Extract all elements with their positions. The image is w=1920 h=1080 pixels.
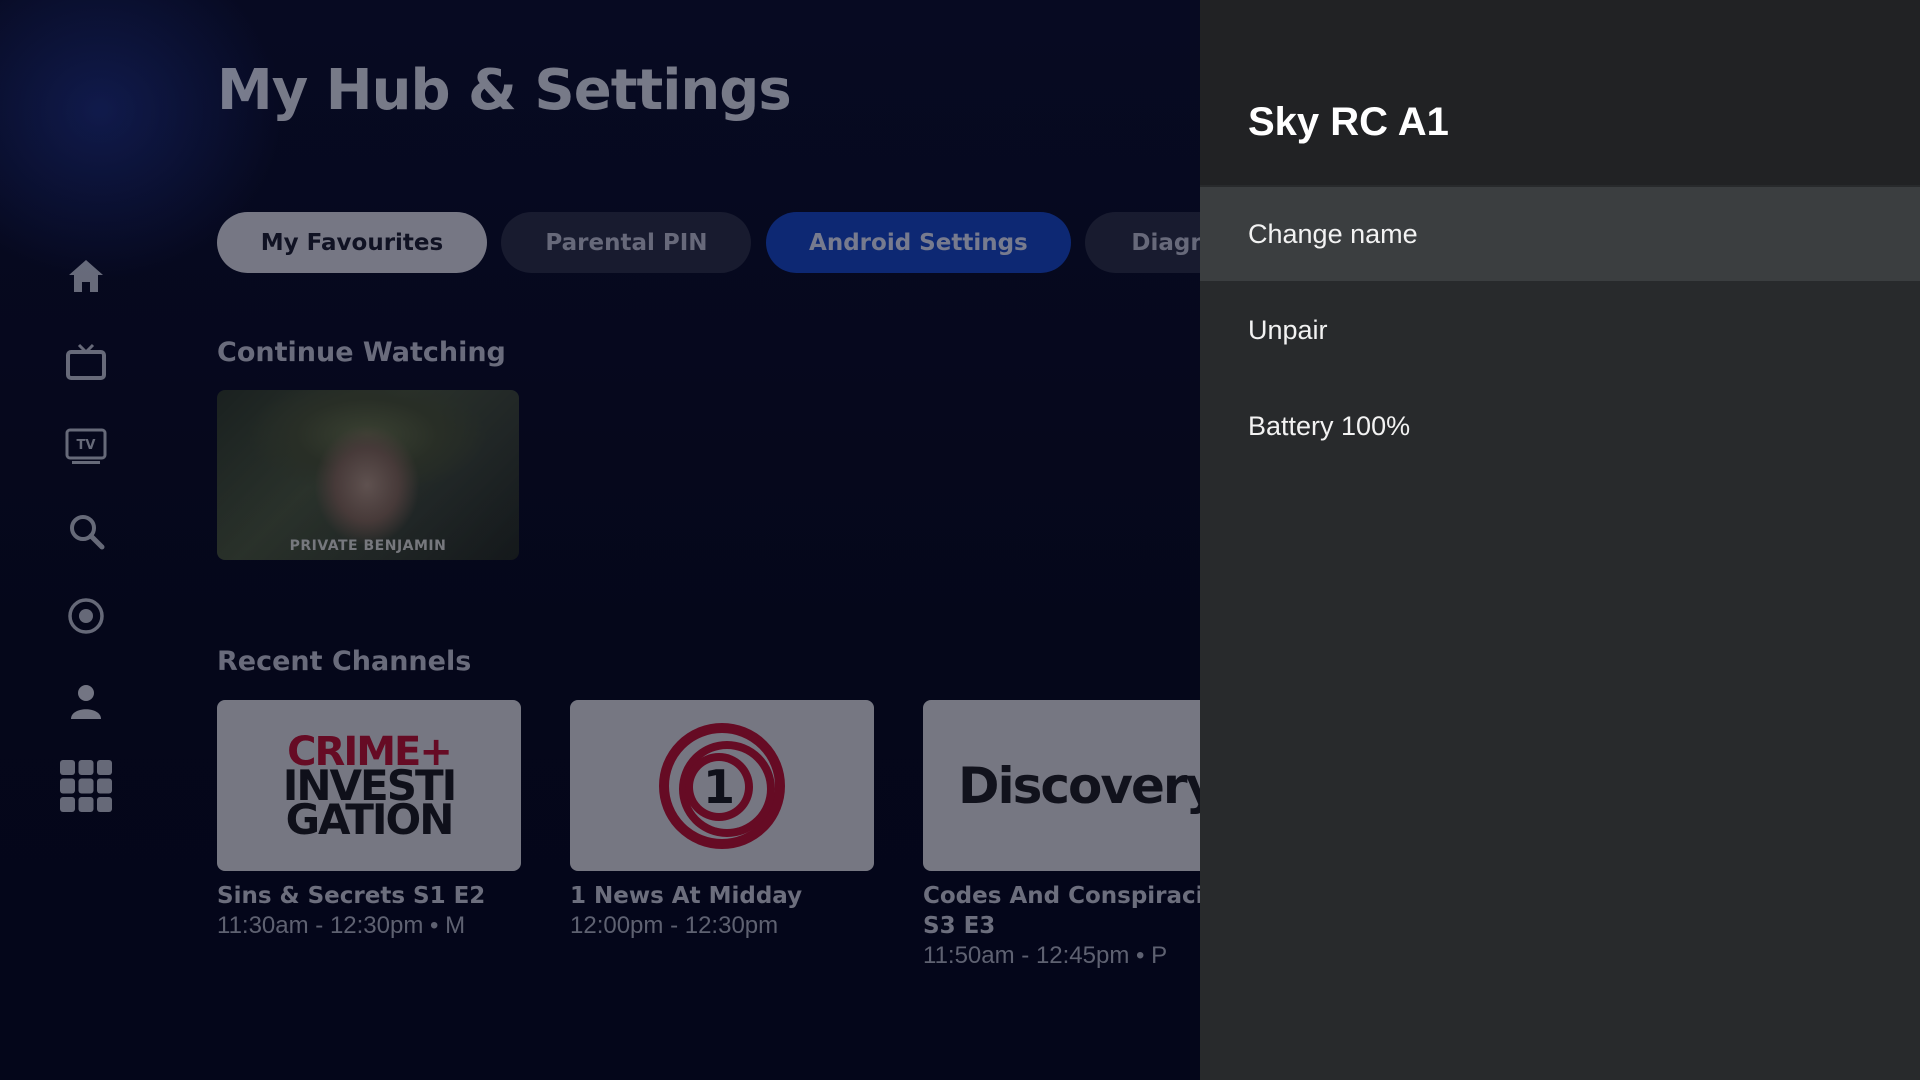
channel-card[interactable]: Discovery Codes And Conspiraci S3 E3 11:… [923,700,1227,971]
user-icon [71,685,101,719]
channel-program-title: 1 News At Midday [570,883,803,909]
crime-investigation-logo: CRIME+ INVESTI GATION [282,728,457,844]
continue-watching-card[interactable]: PRIVATE BENJAMIN [217,390,519,560]
svg-text:1: 1 [703,760,735,814]
battery-item: Battery 100% [1248,410,1411,441]
channel-logo-tile: Discovery [923,700,1227,871]
recent-channels-title: Recent Channels [217,646,472,677]
apps-grid-icon [60,760,112,812]
change-name-item[interactable]: Change name [1200,187,1920,281]
unpair-item[interactable]: Unpair [1200,283,1920,377]
continue-watching-caption: PRIVATE BENJAMIN [289,538,447,554]
discovery-logo: Discovery [958,756,1218,815]
home-icon [69,260,103,292]
nav-item-profile[interactable] [58,673,114,729]
continue-watching-title: Continue Watching [217,337,506,368]
nav-item-home[interactable] [58,248,114,304]
panel-header: Sky RC A1 [1200,0,1920,185]
channel-program-time: 11:30am - 12:30pm • M [217,912,466,939]
channel-card[interactable]: 1 1 News At Midday 12:00pm - 12:30pm [570,700,874,941]
svg-text:TV: TV [77,438,96,453]
channel-card[interactable]: CRIME+ INVESTI GATION Sins & Secrets S1 … [217,700,521,941]
channel-program-time: 11:50am - 12:45pm • P [923,942,1168,969]
channel-logo-tile: CRIME+ INVESTI GATION [217,700,521,871]
channel-program-title: Sins & Secrets S1 E2 [217,883,486,909]
channel-logo-tile: 1 [570,700,874,871]
nav-item-live-tv[interactable] [58,333,114,389]
channel-program-time: 12:00pm - 12:30pm [570,912,779,939]
channel-program-title-line2: S3 E3 [923,913,996,939]
tab-android-settings[interactable]: Android Settings [765,212,1071,273]
remote-device-panel: Sky RC A1 Change name Unpair Battery 100… [1200,0,1920,1080]
tv-guide-icon: TV [65,428,107,464]
page-title: My Hub & Settings [217,58,792,123]
hub-tabs: My Favourites Parental PIN Android Setti… [217,212,1200,273]
nav-rail: TV [58,248,114,843]
tab-diagnostics[interactable]: Diagn [1085,212,1200,273]
channel-program-title: Codes And Conspiraci [923,883,1204,909]
tv-icon [66,343,106,380]
nav-item-guide[interactable]: TV [58,418,114,474]
tab-my-favourites[interactable]: My Favourites [217,212,487,273]
search-icon [70,515,105,550]
tab-parental-pin[interactable]: Parental PIN [501,212,752,273]
nav-item-recordings[interactable] [58,588,114,644]
one-news-logo: 1 [659,722,785,849]
nav-item-apps[interactable] [58,758,114,814]
panel-title: Sky RC A1 [1248,100,1449,144]
nav-item-search[interactable] [58,503,114,559]
record-icon [68,598,104,634]
